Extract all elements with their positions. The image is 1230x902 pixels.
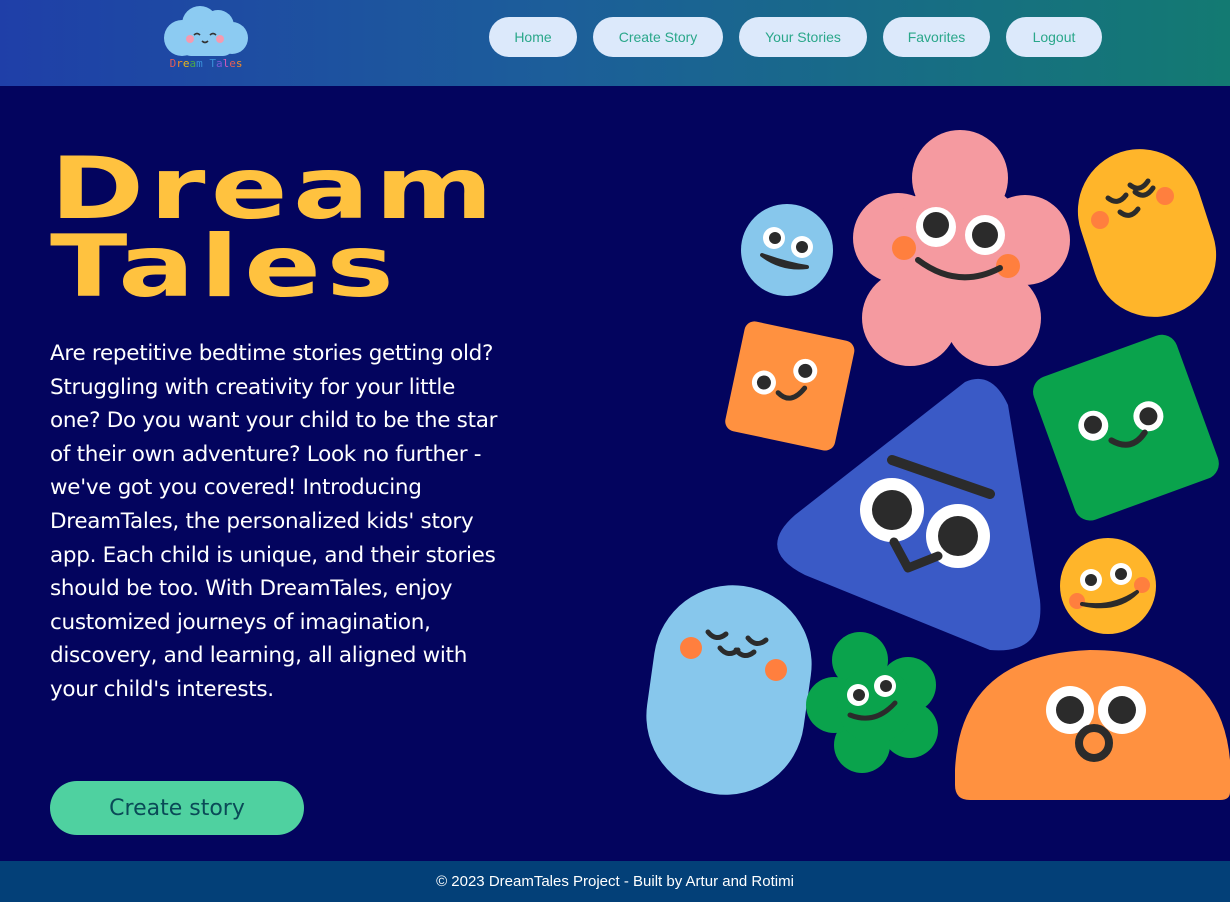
footer-copyright: © 2023 DreamTales Project - Built by Art… xyxy=(436,873,794,890)
hero-description: Are repetitive bedtime stories getting o… xyxy=(50,341,498,702)
logo-letter: s xyxy=(235,57,243,70)
green-flower-character xyxy=(806,632,938,773)
yellow-pill-character xyxy=(1077,149,1217,317)
logo-letter: r xyxy=(176,57,183,70)
create-story-button[interactable]: Create story xyxy=(50,781,304,835)
orange-square-character xyxy=(725,321,855,451)
logo-letter: m xyxy=(196,57,203,70)
characters-illustration xyxy=(646,130,1230,800)
nav-home-button[interactable]: Home xyxy=(489,17,577,57)
logo-letter: e xyxy=(229,57,236,70)
logo-letter: a xyxy=(215,57,223,70)
light-blue-pill-character xyxy=(646,585,812,795)
logo-wordmark: Dream Tales xyxy=(160,57,252,70)
pink-flower-character xyxy=(853,130,1070,366)
logo-letter: T xyxy=(209,57,216,70)
cloud-face-icon xyxy=(164,6,248,56)
nav-your-stories-button[interactable]: Your Stories xyxy=(739,17,867,57)
yellow-circle-character xyxy=(1060,538,1156,634)
footer: © 2023 DreamTales Project - Built by Art… xyxy=(0,861,1230,902)
hero-title: Dream Tales xyxy=(50,146,578,310)
hero-title-line2: Tales xyxy=(50,217,400,317)
nav-favorites-button[interactable]: Favorites xyxy=(883,17,990,57)
green-square-character xyxy=(1033,334,1219,521)
top-navbar: Dream Tales Home Create Story Your Stori… xyxy=(0,0,1230,86)
dreamtales-logo[interactable]: Dream Tales xyxy=(160,4,252,76)
nav-create-story-button[interactable]: Create Story xyxy=(593,17,723,57)
orange-dome-character xyxy=(955,650,1230,800)
blue-circle-character xyxy=(741,204,833,296)
nav-logout-button[interactable]: Logout xyxy=(1006,17,1102,57)
